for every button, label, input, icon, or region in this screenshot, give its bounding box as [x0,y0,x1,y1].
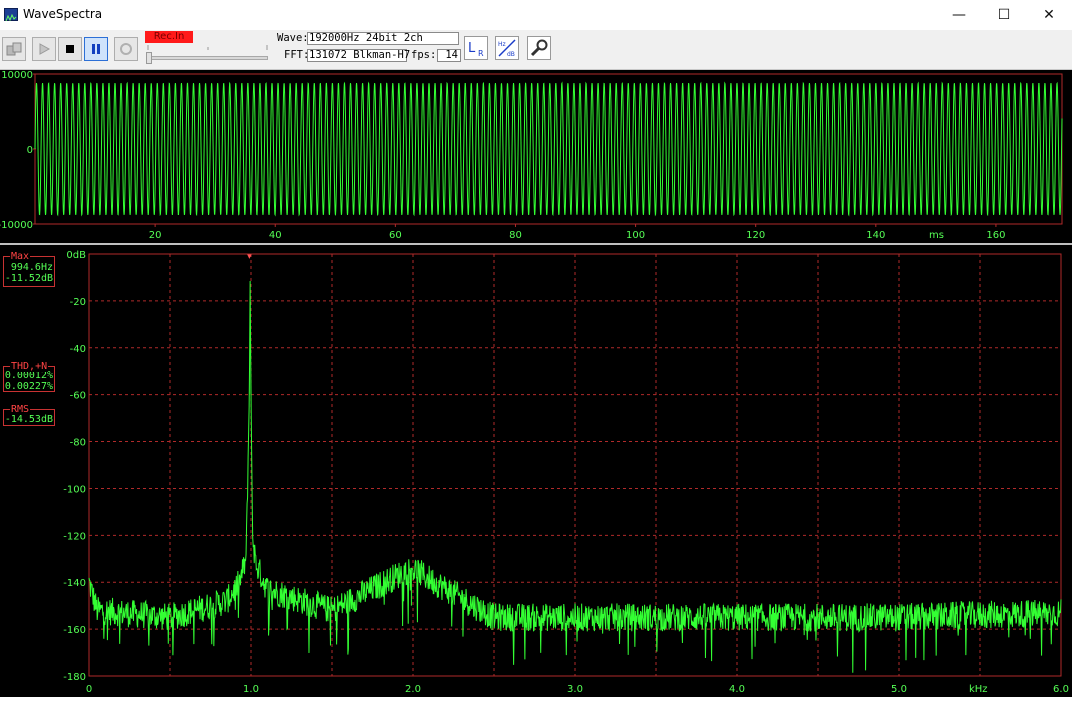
spectrum-y-tick: -20 [70,297,86,308]
spectrum-x-tick: 1.0 [243,684,259,695]
settings-button[interactable] [527,36,551,60]
device-settings-icon [6,42,22,56]
spectrum-x-tick: 6.0 [1053,684,1069,695]
fps-field[interactable]: 14 [437,49,461,62]
level-slider-track[interactable] [146,56,268,60]
waveform-x-tick: 80 [509,230,522,241]
spectrum-panel: 0dB -20 -40 -60 -80 -100 -120 -140 -160 -180 0 1.0… [0,245,1072,697]
waveform-y-tick: -10000 [0,220,33,231]
spectrum-y-tick: 0dB [66,250,86,261]
minimize-button[interactable]: — [936,0,982,30]
toolbar: Rec.In Wave: 192000Hz 24bit 2ch FFT: 131… [0,30,1072,70]
waveform-x-tick: 120 [746,230,765,241]
svg-text:L: L [468,41,476,56]
play-icon [39,43,51,55]
spectrum-chart: 0dB -20 -40 -60 -80 -100 -120 -140 -160 -180 0 1.0… [63,250,1069,695]
thdn-value: 0.00227% [4,381,53,392]
spectrum-y-tick: -100 [63,484,86,495]
record-button[interactable] [114,37,138,61]
spectrum-y-tick: -140 [63,578,86,589]
spectrum-x-tick: 5.0 [891,684,907,695]
fft-settings-field[interactable]: 131072 Blkman-H7 [307,49,410,62]
close-button[interactable]: ✕ [1026,0,1072,30]
rms-value: -14.53dB [4,414,53,425]
close-icon: ✕ [1043,7,1055,23]
spectrum-x-unit: kHz [969,684,988,695]
max-readout-title: Max [10,251,31,262]
thd-readout: THD,+N 0.00012% 0.00227% [3,361,55,392]
spectrum-y-tick: -120 [63,531,86,542]
lr-channel-icon: LR [468,41,484,58]
waveform-y-tick: 0 [27,145,33,156]
spectrum-x-tick: 0 [86,684,92,695]
maximize-icon: ☐ [997,7,1011,23]
fft-label: FFT: [284,49,310,61]
waveform-panel: 10000 0 -10000 20 40 60 80 100 120 140 160 ms [0,70,1072,243]
rms-readout: RMS -14.53dB [3,404,55,426]
spectrum-x-tick: 3.0 [567,684,583,695]
stop-icon [66,45,74,53]
maximize-button[interactable]: ☐ [981,0,1027,30]
level-slider-thumb[interactable] [146,52,152,64]
wrench-icon [530,39,548,57]
stop-button[interactable] [58,37,82,61]
pause-icon [92,44,100,54]
fps-label: fps: [411,49,437,61]
waveform-x-tick: 40 [269,230,282,241]
waveform-x-tick: 60 [389,230,402,241]
rms-readout-title: RMS [10,404,31,415]
lr-channel-button[interactable]: LR [464,36,488,60]
spectrum-y-tick: -40 [70,344,86,355]
thd-readout-title: THD,+N [10,361,49,372]
wave-format-field[interactable]: 192000Hz 24bit 2ch [307,32,459,45]
pause-button[interactable] [84,37,108,61]
waveform-x-tick: 160 [986,230,1005,241]
spectrum-x-tick: 4.0 [729,684,745,695]
hz-db-scale-icon: HzdB [498,39,516,58]
title-bar: WaveSpectra — ☐ ✕ [0,0,1072,30]
waveform-x-tick: 100 [626,230,645,241]
hz-db-scale-button[interactable]: Hz dB [495,36,519,60]
waveform-x-tick: 20 [149,230,162,241]
waveform-x-unit: ms [929,230,944,241]
spectrum-y-tick: -60 [70,391,86,402]
peak-marker: ▾ [247,252,252,262]
level-scale [147,45,268,50]
device-settings-button[interactable] [2,37,26,61]
spectrum-y-tick: -80 [70,438,86,449]
spectrum-x-tick: 2.0 [405,684,421,695]
max-readout: Max 994.6Hz -11.52dB [3,251,55,287]
waveform-x-tick: 140 [866,230,885,241]
wave-label: Wave: [277,32,309,44]
waveform-chart: 10000 0 -10000 20 40 60 80 100 120 140 160 ms [0,70,1063,241]
app-icon [4,8,18,22]
rec-input-indicator: Rec.In [145,31,193,43]
window-title: WaveSpectra [23,7,103,21]
spectrum-y-tick: -160 [63,625,86,636]
play-button[interactable] [32,37,56,61]
minimize-icon: — [952,7,966,23]
record-icon [120,43,132,55]
svg-text:Hz: Hz [498,41,506,48]
waveform-trace [34,81,1063,217]
max-frequency: 994.6Hz [10,262,53,273]
spectrum-y-tick: -180 [63,672,86,683]
waveform-y-tick: 10000 [1,70,33,81]
svg-text:R: R [478,49,484,58]
svg-text:dB: dB [507,51,515,58]
max-level: -11.52dB [4,273,53,284]
